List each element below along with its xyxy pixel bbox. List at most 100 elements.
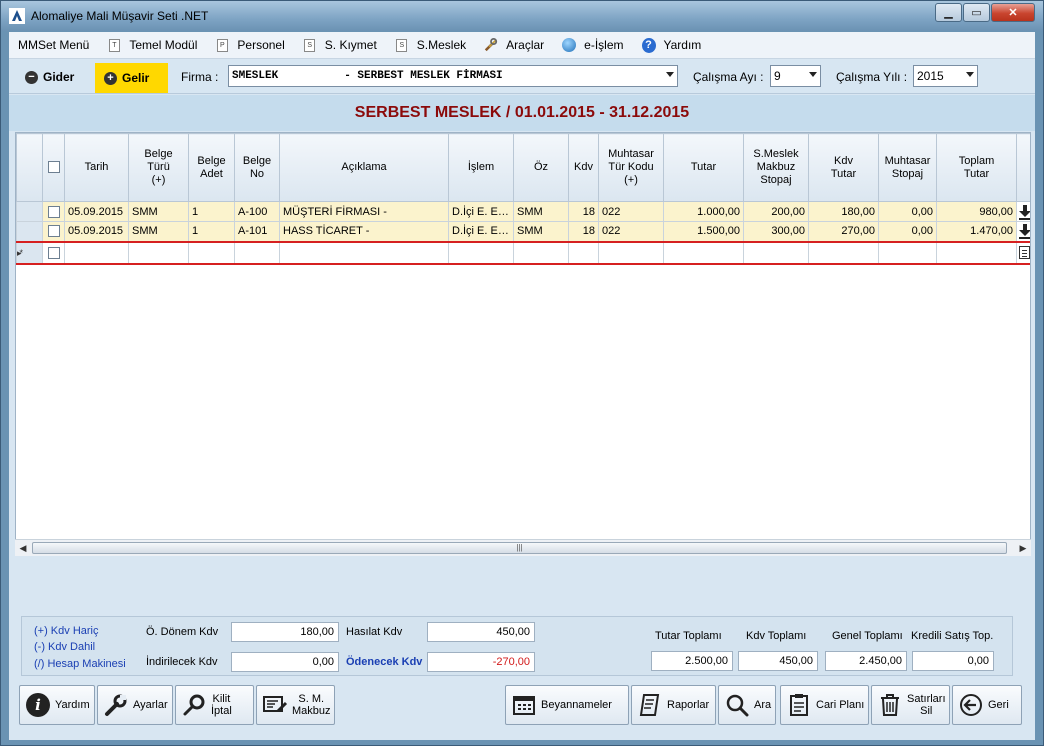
tutar-toplami-field[interactable]: 2.500,00 — [651, 651, 733, 671]
new-cell[interactable] — [808, 240, 879, 265]
satirlari-sil-button[interactable]: Satırları Sil — [871, 685, 950, 725]
onceki-donem-kdv-field[interactable]: 180,00 — [231, 622, 339, 642]
scroll-right-icon[interactable]: ▶ — [1015, 540, 1031, 556]
yardim-button[interactable]: i Yardım — [19, 685, 95, 725]
col-kdv-tutar[interactable]: Kdv Tutar — [808, 133, 879, 202]
cell-aciklama[interactable]: HASS TİCARET - — [279, 221, 449, 242]
cell-kdv-tutar[interactable]: 270,00 — [808, 221, 879, 242]
row-header[interactable] — [16, 221, 43, 242]
select-all-header[interactable] — [42, 133, 65, 202]
new-cell[interactable] — [234, 240, 280, 265]
new-cell[interactable] — [743, 240, 809, 265]
new-cell[interactable] — [188, 240, 235, 265]
cell-aciklama[interactable]: MÜŞTERİ FİRMASI - — [279, 201, 449, 222]
geri-button[interactable]: Geri — [952, 685, 1022, 725]
download-icon[interactable] — [1018, 224, 1030, 240]
col-smeslek-makbuz-stopaj[interactable]: S.Meslek Makbuz Stopaj — [743, 133, 809, 202]
row-download-cell[interactable] — [1016, 221, 1030, 242]
cell-kdv-tutar[interactable]: 180,00 — [808, 201, 879, 222]
gelir-toggle[interactable]: + Gelir — [95, 63, 168, 93]
new-cell[interactable] — [568, 240, 599, 265]
cell-tutar[interactable]: 1.000,00 — [663, 201, 744, 222]
scrollbar-thumb[interactable]: ||| — [32, 542, 1007, 554]
new-cell[interactable] — [448, 240, 514, 265]
menu-yardim[interactable]: ? Yardım — [633, 32, 711, 59]
cell-tutar[interactable]: 1.500,00 — [663, 221, 744, 242]
cell-kdv[interactable]: 18 — [568, 221, 599, 242]
col-belge-no[interactable]: Belge No — [234, 133, 280, 202]
beyannameler-button[interactable]: Beyannameler — [505, 685, 629, 725]
cell-belge-turu[interactable]: SMM — [128, 221, 189, 242]
sm-makbuz-button[interactable]: S. M. Makbuz — [256, 685, 335, 725]
cell-belge-turu[interactable]: SMM — [128, 201, 189, 222]
col-oz[interactable]: Öz — [513, 133, 569, 202]
new-cell[interactable] — [663, 240, 744, 265]
cell-muhtasar-tur-kodu[interactable]: 022 — [598, 201, 664, 222]
cell-belge-adet[interactable]: 1 — [188, 221, 235, 242]
cell-islem[interactable]: D.İçi E. E.... — [448, 201, 514, 222]
col-toplam-tutar[interactable]: Toplam Tutar — [936, 133, 1017, 202]
table-row[interactable]: 05.09.2015 SMM 1 A-100 MÜŞTERİ FİRMASI -… — [16, 201, 1030, 222]
cell-toplam-tutar[interactable]: 980,00 — [936, 201, 1017, 222]
firma-select[interactable]: SMESLEK - SERBEST MESLEK FİRMASI — [228, 65, 678, 87]
new-cell[interactable] — [936, 240, 1017, 265]
menu-temel-modul[interactable]: T Temel Modül — [98, 32, 206, 59]
calisma-ayi-select[interactable]: 9 — [770, 65, 821, 87]
menu-personel[interactable]: P Personel — [206, 32, 293, 59]
row-select-cell[interactable] — [42, 201, 65, 222]
genel-toplami-field[interactable]: 2.450,00 — [825, 651, 907, 671]
new-cell[interactable] — [128, 240, 189, 265]
kdv-haric-link[interactable]: (+) Kdv Hariç — [34, 625, 99, 637]
new-row-page-cell[interactable] — [1016, 240, 1030, 265]
scroll-left-icon[interactable]: ◀ — [15, 540, 31, 556]
row-checkbox[interactable] — [47, 246, 60, 259]
minimize-button[interactable]: ▁ — [935, 3, 962, 22]
row-select-cell[interactable] — [42, 221, 65, 242]
menu-e-islem[interactable]: e-İşlem — [553, 32, 632, 59]
col-belge-adet[interactable]: Belge Adet — [188, 133, 235, 202]
cell-oz[interactable]: SMM — [513, 221, 569, 242]
col-islem[interactable]: İşlem — [448, 133, 514, 202]
cell-belge-adet[interactable]: 1 — [188, 201, 235, 222]
kdv-dahil-link[interactable]: (-) Kdv Dahil — [34, 641, 95, 653]
cell-oz[interactable]: SMM — [513, 201, 569, 222]
row-select-cell[interactable] — [42, 240, 65, 265]
col-muhtasar-tur-kodu[interactable]: Muhtasar Tür Kodu (+) — [598, 133, 664, 202]
menu-araclar[interactable]: Araçlar — [475, 32, 553, 59]
menu-mmset[interactable]: MMSet Menü — [9, 32, 98, 59]
download-icon[interactable] — [1018, 204, 1030, 220]
col-kdv[interactable]: Kdv — [568, 133, 599, 202]
new-row-header[interactable]: ▸* — [16, 240, 43, 265]
cell-belge-no[interactable]: A-101 — [234, 221, 280, 242]
title-bar[interactable]: Alomaliye Mali Müşavir Seti .NET ▁ ▭ ✕ — [1, 1, 1043, 31]
new-cell[interactable] — [513, 240, 569, 265]
ayarlar-button[interactable]: Ayarlar — [97, 685, 173, 725]
cell-tarih[interactable]: 05.09.2015 — [64, 221, 129, 242]
maximize-button[interactable]: ▭ — [963, 3, 990, 22]
cell-islem[interactable]: D.İçi E. E.... — [448, 221, 514, 242]
cell-muhtasar-stopaj[interactable]: 0,00 — [878, 201, 937, 222]
row-download-cell[interactable] — [1016, 201, 1030, 222]
cell-tarih[interactable]: 05.09.2015 — [64, 201, 129, 222]
cell-belge-no[interactable]: A-100 — [234, 201, 280, 222]
new-row[interactable]: ▸* — [16, 240, 1030, 265]
indirilecek-kdv-field[interactable]: 0,00 — [231, 652, 339, 672]
new-cell[interactable] — [64, 240, 129, 265]
kdv-toplami-field[interactable]: 450,00 — [738, 651, 818, 671]
cell-kdv[interactable]: 18 — [568, 201, 599, 222]
cell-muhtasar-stopaj[interactable]: 0,00 — [878, 221, 937, 242]
col-tutar[interactable]: Tutar — [663, 133, 744, 202]
raporlar-button[interactable]: Raporlar — [631, 685, 716, 725]
gider-toggle[interactable]: − Gider — [15, 63, 93, 91]
select-all-checkbox[interactable] — [47, 161, 60, 174]
cell-toplam-tutar[interactable]: 1.470,00 — [936, 221, 1017, 242]
hasilat-kdv-field[interactable]: 450,00 — [427, 622, 535, 642]
col-muhtasar-stopaj[interactable]: Muhtasar Stopaj — [878, 133, 937, 202]
row-header[interactable] — [16, 201, 43, 222]
table-row[interactable]: 05.09.2015 SMM 1 A-101 HASS TİCARET - D.… — [16, 221, 1030, 242]
new-cell[interactable] — [279, 240, 449, 265]
cari-plani-button[interactable]: Cari Planı — [780, 685, 869, 725]
ara-button[interactable]: Ara — [718, 685, 776, 725]
row-checkbox[interactable] — [47, 225, 60, 238]
close-button[interactable]: ✕ — [991, 3, 1035, 22]
